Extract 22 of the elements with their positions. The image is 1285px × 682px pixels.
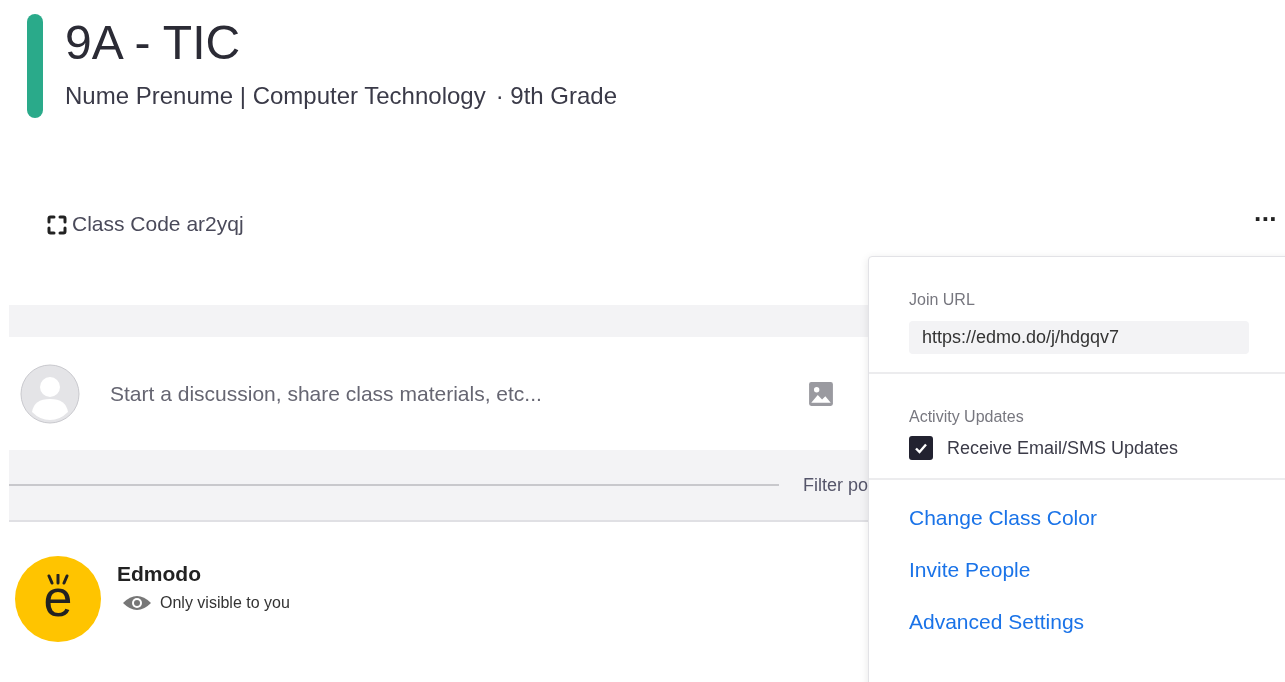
menu-link[interactable]: Advanced Settings (909, 610, 1085, 634)
eye-icon (122, 594, 152, 612)
visibility-label: Only visible to you (160, 594, 290, 612)
menu-link[interactable]: Invite People (909, 558, 1031, 582)
post-author: Edmodo (117, 562, 202, 586)
activity-label: Activity Updates (909, 408, 1025, 426)
menu-link[interactable]: Change Class Color (909, 506, 1097, 530)
grade-label: · 9th Grade (495, 82, 618, 110)
more-button[interactable]: ··· (1246, 203, 1285, 245)
filter-label[interactable]: Filter po (802, 474, 868, 496)
checkbox[interactable] (909, 436, 933, 460)
join-url-label: Join URL (909, 291, 976, 309)
frame-icon (47, 215, 67, 235)
discussion-field[interactable]: Start a discussion, share class materials, etc... (108, 380, 780, 407)
edmodo-logo: e (15, 556, 101, 642)
image-icon[interactable] (808, 380, 834, 407)
updates-label: Receive Email/SMS Updates (947, 437, 1179, 459)
avatar-icon (20, 363, 80, 424)
join-url-field[interactable]: https://edmo.do/j/hdgqv7 (909, 321, 1249, 354)
class-subtitle: Nume Prenume | Computer Technology (65, 82, 486, 110)
class-code: Class Code ar2yqj (72, 212, 244, 236)
class-title: 9A - TIC (65, 15, 242, 71)
